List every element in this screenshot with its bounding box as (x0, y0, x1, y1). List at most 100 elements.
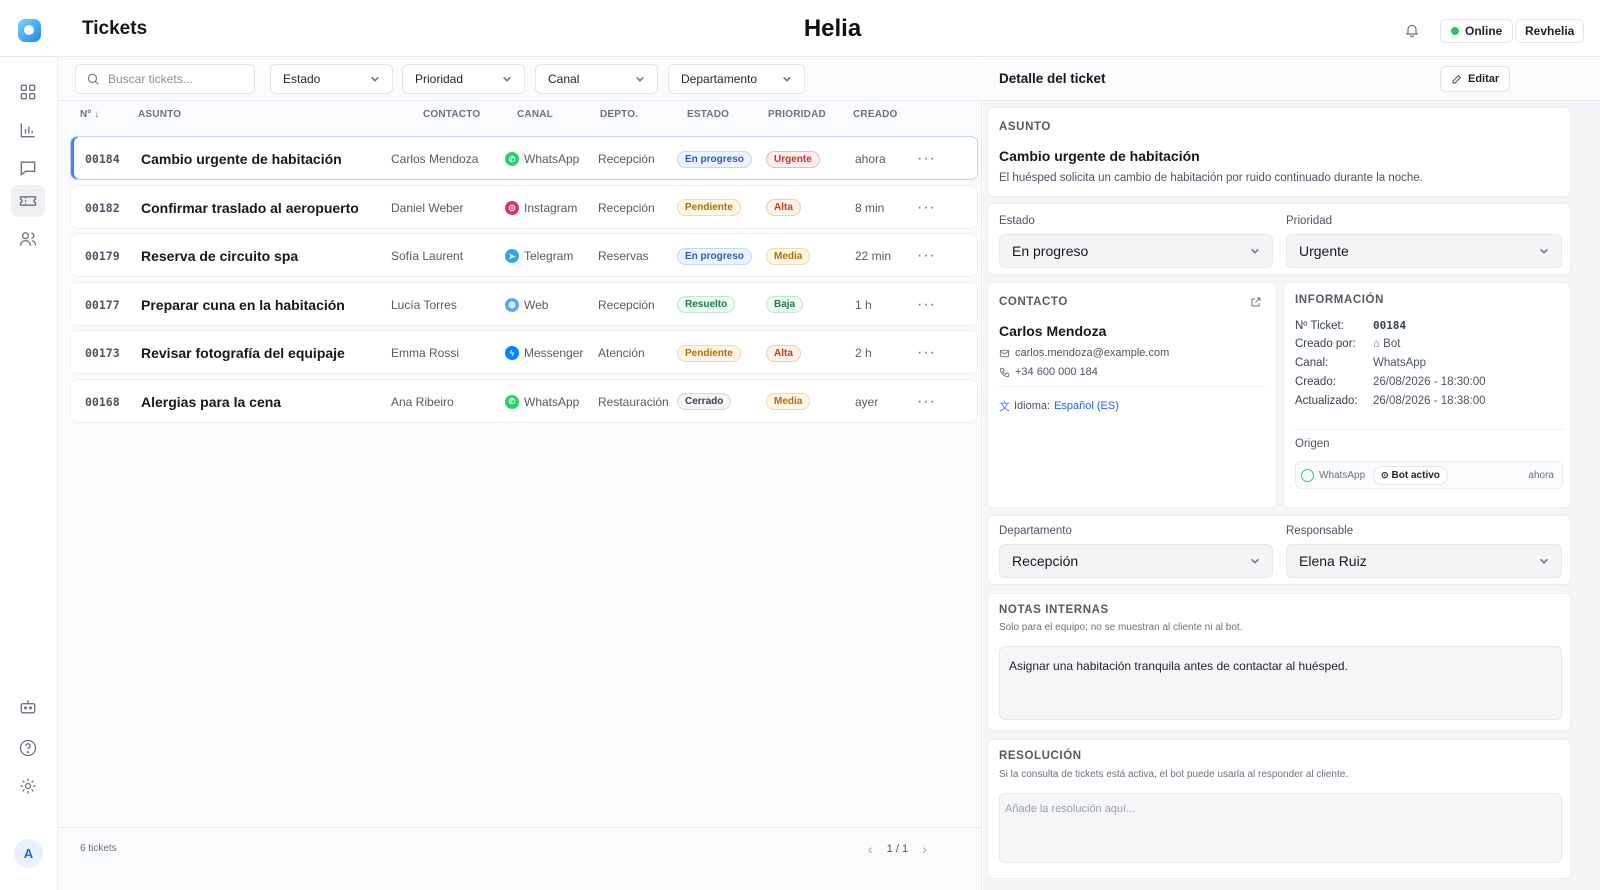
priority-badge: Urgente (766, 150, 820, 168)
contact-email: carlos.mendoza@example.com (1015, 347, 1170, 359)
ticket-status: Pendiente (677, 186, 741, 230)
chevron-down-icon (503, 76, 511, 82)
info-actualizado: Actualizado: 26/08/2026 - 18:38:00 (1295, 395, 1486, 407)
responsable-select[interactable]: Elena Ruiz (1286, 544, 1562, 578)
table-row[interactable]: 00177 Preparar cuna en la habitación Lucía… (70, 281, 978, 327)
ticket-contact: Emma Rossi (391, 346, 460, 360)
ticket-channel: ✆ WhatsApp (505, 137, 579, 181)
col-canal: CANAL (517, 109, 553, 120)
chevron-down-icon (371, 76, 379, 82)
ticket-number: 00182 (85, 200, 120, 215)
ticket-channel: ◎ Instagram (505, 186, 577, 230)
table-row[interactable]: 00168 Alergias para la cena Ana Ribeiro ✆ Wh… (70, 378, 978, 424)
chevron-down-icon (1540, 558, 1548, 564)
ticket-priority: Alta (766, 186, 801, 230)
chart-icon[interactable] (11, 114, 45, 146)
contact-email-row[interactable]: carlos.mendoza@example.com (999, 347, 1169, 359)
informacion-card: INFORMACIÓN Nº Ticket: 00184 Creado por: ⌂… (1283, 282, 1571, 508)
departamento-select[interactable]: Recepción (999, 544, 1273, 578)
whatsapp-icon (1301, 469, 1314, 482)
estado-label: Estado (999, 215, 1035, 227)
users-icon[interactable] (11, 223, 45, 255)
chevron-down-icon (783, 76, 791, 82)
more-actions-icon[interactable]: ··· (917, 234, 936, 278)
priority-badge: Media (766, 247, 811, 265)
ticket-subject: Confirmar traslado al aeropuerto (141, 199, 359, 216)
phone-icon (999, 367, 1010, 377)
estado-prioridad-card: Estado En progreso Prioridad Urgente (987, 203, 1571, 275)
settings-icon[interactable] (11, 770, 45, 802)
origen-box: WhatsApp ⊙ Bot activo ahora (1295, 461, 1563, 489)
ticket-contact: Sofía Laurent (391, 249, 464, 263)
more-actions-icon[interactable]: ··· (917, 331, 936, 375)
search-input[interactable]: Buscar tickets... (75, 64, 255, 94)
ticket-status: En progreso (677, 137, 752, 181)
status-dot (1451, 27, 1459, 35)
ticket-channel-label: Telegram (524, 249, 574, 263)
ticket-channel: ϟ Messenger (505, 331, 583, 375)
contact-phone-row[interactable]: +34 600 000 184 (999, 366, 1098, 378)
more-actions-icon[interactable]: ··· (917, 380, 936, 424)
globe-icon: ◍ (505, 297, 519, 312)
estado-filter[interactable]: Estado (270, 64, 393, 94)
more-actions-icon[interactable]: ··· (917, 137, 936, 181)
ticket-priority: Media (766, 380, 811, 424)
col-asunto: ASUNTO (138, 109, 182, 120)
col-creado: CREADO (853, 109, 898, 120)
user-menu-button[interactable]: Revhelia (1515, 19, 1585, 43)
next-page-icon[interactable]: › (922, 841, 927, 857)
avatar[interactable]: A (14, 839, 43, 868)
resolucion-textarea[interactable]: Añade la resolución aquí... (999, 793, 1562, 863)
table-row[interactable]: 00184 Cambio urgente de habitación Carlos … (70, 136, 978, 180)
telegram-icon: ➤ (505, 249, 519, 263)
online-status-button[interactable]: Online (1440, 19, 1514, 43)
prioridad-filter[interactable]: Prioridad (402, 64, 525, 94)
page-indicator: 1 / 1 (886, 843, 909, 855)
more-actions-icon[interactable]: ··· (917, 283, 936, 327)
status-badge: Resuelto (677, 296, 736, 313)
ticket-created: 2 h (855, 346, 872, 360)
ticket-number: 00168 (85, 394, 120, 409)
table-row[interactable]: 00173 Revisar fotografía del equipaje Emma… (70, 330, 978, 374)
edit-button[interactable]: Editar (1440, 66, 1511, 92)
detail-description: El huésped solicita un cambio de habitac… (999, 172, 1423, 184)
tickets-list-pane: Buscar tickets... Estado Prioridad Canal… (58, 57, 982, 890)
origen-channel: WhatsApp (1319, 470, 1366, 481)
table-row[interactable]: 00179 Reserva de circuito spa Sofía Lauren… (70, 233, 978, 277)
info-ticket: Nº Ticket: 00184 (1295, 319, 1407, 332)
idioma-row: 文 Idioma: Español (ES) (999, 398, 1119, 414)
prioridad-select-value: Urgente (1299, 243, 1349, 259)
ticket-icon[interactable] (11, 185, 45, 217)
ticket-contact: Ana Ribeiro (391, 394, 454, 409)
external-link-icon[interactable] (1250, 296, 1262, 308)
ticket-contact: Daniel Weber (391, 200, 464, 215)
priority-badge: Baja (766, 296, 804, 313)
prioridad-select[interactable]: Urgente (1286, 234, 1562, 268)
ticket-dept: Atención (598, 346, 645, 360)
filter-bar: Buscar tickets... Estado Prioridad Canal… (58, 57, 982, 101)
help-icon[interactable] (11, 732, 45, 764)
ticket-dept: Recepción (598, 200, 655, 215)
chat-icon[interactable] (11, 152, 45, 184)
ticket-detail-pane: Detalle del ticket Editar ASUNTO Cambio … (983, 57, 1600, 890)
bot-icon[interactable] (11, 691, 45, 723)
contact-phone: +34 600 000 184 (1015, 366, 1098, 378)
ticket-dept: Recepción (598, 152, 655, 166)
col-num[interactable]: Nº ↓ (80, 109, 99, 120)
estado-select[interactable]: En progreso (999, 234, 1273, 268)
canal-filter-label: Canal (548, 72, 580, 86)
list-footer: 6 tickets ‹ 1 / 1 › (58, 827, 982, 890)
detail-title: Detalle del ticket (999, 71, 1106, 86)
notas-textarea[interactable]: Asignar una habitación tranquila antes d… (999, 646, 1562, 720)
idioma-value[interactable]: Español (ES) (1054, 400, 1119, 412)
dashboard-icon[interactable] (11, 76, 45, 108)
resolucion-title: RESOLUCIÓN (999, 750, 1082, 762)
more-actions-icon[interactable]: ··· (917, 186, 936, 230)
canal-filter[interactable]: Canal (535, 64, 658, 94)
table-row[interactable]: 00182 Confirmar traslado al aeropuerto Dan… (70, 184, 978, 230)
instagram-icon: ◎ (505, 200, 519, 215)
prev-page-icon[interactable]: ‹ (868, 841, 873, 857)
departamento-filter[interactable]: Departamento (668, 64, 805, 94)
ticket-status: Pendiente (677, 331, 741, 375)
bell-icon[interactable] (1404, 22, 1420, 38)
